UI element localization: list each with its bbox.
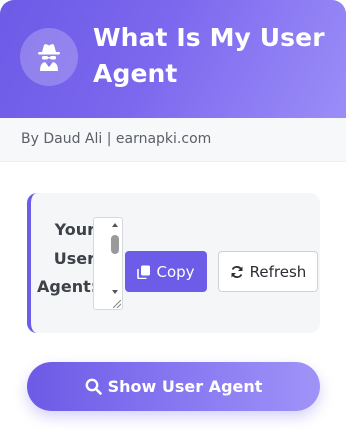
app-card: What Is My User Agent By Daud Ali | earn… — [0, 0, 346, 429]
page-title: What Is My User Agent — [93, 23, 325, 88]
copy-icon — [137, 265, 151, 279]
user-agent-textarea[interactable] — [93, 217, 123, 310]
copy-button[interactable]: Copy — [125, 251, 207, 292]
byline: By Daud Ali | earnapki.com — [21, 131, 212, 147]
byline-bar: By Daud Ali | earnapki.com — [0, 118, 346, 162]
scroll-up-arrow-icon[interactable] — [112, 223, 118, 227]
search-icon — [85, 378, 102, 395]
show-user-agent-label: Show User Agent — [107, 377, 263, 396]
show-user-agent-button[interactable]: Show User Agent — [27, 362, 320, 411]
user-secret-icon — [38, 44, 60, 71]
refresh-button[interactable]: Refresh — [218, 251, 318, 292]
textarea-scrollbar[interactable] — [110, 221, 120, 307]
copy-button-label: Copy — [156, 262, 195, 281]
logo — [20, 28, 78, 86]
user-agent-label: Your User Agent: — [37, 220, 98, 296]
scrollbar-thumb[interactable] — [111, 235, 119, 254]
resize-grip-icon[interactable] — [113, 300, 121, 308]
user-agent-panel: Your User Agent: Copy Refresh — [27, 193, 320, 333]
header: What Is My User Agent — [0, 0, 346, 118]
refresh-icon — [231, 265, 243, 278]
refresh-button-label: Refresh — [249, 262, 307, 281]
scroll-down-arrow-icon[interactable] — [112, 290, 118, 294]
